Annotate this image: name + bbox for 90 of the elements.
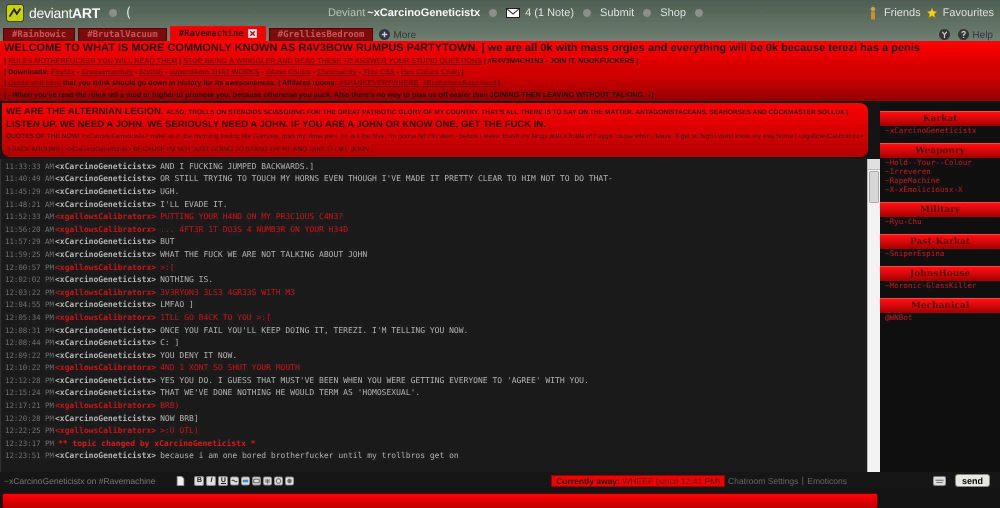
username[interactable]: <xCarcinoGeneticistx> bbox=[54, 338, 156, 348]
message-text: ONCE YOU FAIL YOU'LL KEEP DOING IT, TEREZI. I'M TELLING YOU NOW. bbox=[160, 326, 468, 335]
message-text: UGH. bbox=[160, 186, 180, 196]
username[interactable]: <xgallowsCalibratorx> bbox=[54, 262, 156, 272]
message-text: >:U OTL) bbox=[160, 426, 199, 436]
message-text: OR STILL TRYING TO TOUCH MY HORNS EVEN THOUGH I'VE MADE IT PRETTY CLEAR TO HIM NOT TO DO THAT- bbox=[160, 174, 613, 184]
submit-link[interactable]: Submit bbox=[600, 7, 634, 19]
room-status: ~xCarcinoGeneticistx on #Ravemachine bbox=[4, 476, 156, 486]
username[interactable]: <xCarcinoGeneticistx> bbox=[54, 300, 156, 310]
emoticons-link[interactable]: Emoticons bbox=[807, 476, 847, 486]
message-text: YES YOU DO. I GUESS THAT MUST'VE BEEN WHEN YOU WERE GETTING EVERYONE TO 'AGREE' WITH YOU. bbox=[160, 376, 589, 385]
message-text: I'LL EVADE IT. bbox=[160, 200, 228, 209]
settings-link[interactable]: Chatroom Settings bbox=[728, 476, 798, 486]
username[interactable]: <xCarcinoGeneticistx> bbox=[54, 388, 156, 398]
plus-icon[interactable] bbox=[379, 29, 390, 40]
message-text: >:[ bbox=[160, 262, 175, 272]
username[interactable]: <xCarcinoGeneticistx> bbox=[54, 275, 156, 284]
separator-mark: | bbox=[801, 476, 804, 486]
username[interactable]: <xgallowsCalibratorx> bbox=[54, 288, 156, 297]
message-text: LMFAO ] bbox=[160, 300, 194, 310]
message-text: ... 4FT3R 1T DO3S 4 NUMB3R ON YOUR H34D bbox=[160, 224, 348, 234]
deviant-label: Deviant bbox=[328, 7, 366, 19]
message-text: THAT WE'VE DONE NOTHING HE WOULD TERM AS 'HOMOSEXUAL'. bbox=[160, 388, 420, 398]
message-text: NOTHING IS. bbox=[160, 275, 214, 284]
scrollbar[interactable] bbox=[867, 159, 880, 472]
logo-text[interactable]: deviantART bbox=[29, 5, 100, 21]
room-title: WELCOME TO WHAT IS MORE COMMONLY KNOWN AS R4V3BOW RUMPUS P4RTYTOWN. | we are all 0k with mass orgies and everything will be 0k because terezi has a penis bbox=[4, 42, 921, 55]
group-header: Mechanical bbox=[880, 298, 1000, 313]
event-text: ** topic changed by xCarcinoGeneticistx * bbox=[58, 438, 256, 448]
username[interactable]: <xgallowsCalibratorx> bbox=[54, 212, 156, 222]
username[interactable]: <xgallowsCalibratorx> bbox=[54, 224, 156, 234]
username[interactable]: <xCarcinoGeneticistx> bbox=[54, 350, 156, 360]
message-text: C: ] bbox=[160, 338, 180, 348]
username[interactable]: <xCarcinoGeneticistx> bbox=[54, 237, 156, 246]
room-tab[interactable]: #GrelliesBedroom bbox=[268, 28, 374, 41]
logo-icon[interactable] bbox=[6, 4, 24, 22]
username[interactable]: <xCarcinoGeneticistx> bbox=[54, 162, 156, 171]
tools-icon[interactable] bbox=[939, 29, 950, 40]
room-tab[interactable]: #BrutalVacuum bbox=[78, 28, 167, 41]
star-icon[interactable] bbox=[926, 6, 938, 20]
separator-mark: ( bbox=[126, 5, 132, 21]
username[interactable]: <xCarcinoGeneticistx> bbox=[54, 451, 156, 460]
group-header: JohnsHouse bbox=[880, 266, 1000, 281]
notes-link[interactable]: 4 (1 Note) bbox=[525, 7, 574, 19]
group-header: Weaponry bbox=[880, 143, 1000, 158]
username-link[interactable]: ~xCarcinoGeneticistx bbox=[367, 7, 480, 19]
favourites-link[interactable]: Favourites bbox=[942, 7, 994, 19]
username[interactable]: <xCarcinoGeneticistx> bbox=[54, 414, 156, 423]
help-link[interactable]: Help bbox=[972, 30, 993, 41]
link-icon[interactable] bbox=[230, 476, 240, 486]
send-button[interactable]: send bbox=[954, 474, 990, 487]
message-text: because i am one bored brotherfucker until my trollbros get on bbox=[160, 451, 459, 460]
message-text: WHAT THE FUCK WE ARE NOT TALKING ABOUT JOHN bbox=[160, 250, 368, 259]
username[interactable]: <xCarcinoGeneticistx> bbox=[54, 376, 156, 385]
close-icon[interactable] bbox=[248, 29, 257, 38]
message-text: YOU DENY IT NOW. bbox=[160, 350, 238, 360]
document-icon[interactable] bbox=[176, 476, 186, 486]
keyboard-icon[interactable] bbox=[932, 476, 946, 486]
shop-link[interactable]: Shop bbox=[660, 7, 686, 19]
room-tab[interactable]: #Rainbowic bbox=[3, 28, 76, 41]
message-text: BUT bbox=[160, 237, 175, 246]
username[interactable]: <xCarcinoGeneticistx> bbox=[54, 174, 156, 184]
username[interactable]: <xgallowsCalibratorx> bbox=[54, 426, 156, 436]
circle-icon[interactable] bbox=[274, 476, 284, 486]
message-text: AND I FUCKING JUMPED BACKWARDS.] bbox=[160, 162, 314, 171]
help-icon[interactable] bbox=[958, 29, 970, 40]
message-text: 1TLL GO B4CK TO YOU >:[ bbox=[160, 312, 271, 322]
username[interactable]: <xgallowsCalibratorx> bbox=[54, 312, 156, 322]
username[interactable]: <xCarcinoGeneticistx> bbox=[54, 200, 156, 209]
message-text: BRB) bbox=[160, 401, 180, 410]
image-icon[interactable] bbox=[241, 476, 250, 486]
message-text: PUTTING YOUR H4ND ON MY PR3C1OUS C4N3? bbox=[160, 212, 344, 222]
more-link[interactable]: More bbox=[393, 30, 416, 41]
username[interactable]: <xCarcinoGeneticistx> bbox=[54, 250, 156, 259]
gear-icon[interactable] bbox=[285, 476, 294, 486]
username[interactable]: <xgallowsCalibratorx> bbox=[54, 363, 156, 372]
message-text: 3V3RYON3 3LS3 4GR33S W1TH M3 bbox=[160, 288, 295, 297]
username[interactable]: <xCarcinoGeneticistx> bbox=[54, 186, 156, 196]
group-header: Past-Karkat bbox=[880, 234, 1000, 249]
message-text: NOW BRB] bbox=[160, 414, 199, 423]
away-status: Currently away: WHEEE (since 12:41 PM) bbox=[551, 474, 726, 486]
group-header: Military bbox=[880, 202, 1000, 217]
message-input[interactable] bbox=[2, 492, 878, 508]
friends-link[interactable]: Friends bbox=[884, 7, 921, 19]
group-header: Karkat bbox=[880, 111, 1000, 126]
envelope-icon[interactable] bbox=[506, 8, 520, 18]
username[interactable]: <xgallowsCalibratorx> bbox=[54, 401, 156, 410]
message-text: 4ND 1 XONT SO SHUT YOUR MOUTH bbox=[160, 363, 300, 372]
username[interactable]: <xCarcinoGeneticistx> bbox=[54, 326, 156, 335]
room-tab[interactable]: #Ravemachine bbox=[170, 26, 266, 41]
